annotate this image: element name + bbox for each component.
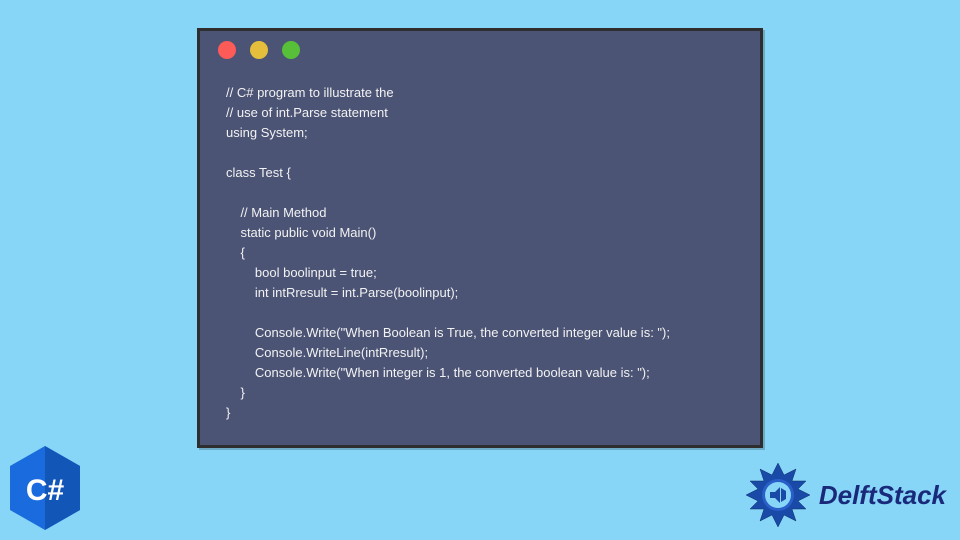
csharp-logo-icon: C#: [6, 444, 84, 532]
minimize-dot-icon: [250, 41, 268, 59]
close-dot-icon: [218, 41, 236, 59]
code-content: // C# program to illustrate the // use o…: [200, 69, 760, 443]
window-titlebar: [200, 31, 760, 69]
csharp-logo-text: C#: [26, 474, 65, 507]
code-window: // C# program to illustrate the // use o…: [197, 28, 763, 448]
maximize-dot-icon: [282, 41, 300, 59]
delftstack-text: DelftStack: [819, 480, 946, 511]
delftstack-badge-icon: [743, 460, 813, 530]
delftstack-logo: DelftStack: [743, 460, 946, 530]
